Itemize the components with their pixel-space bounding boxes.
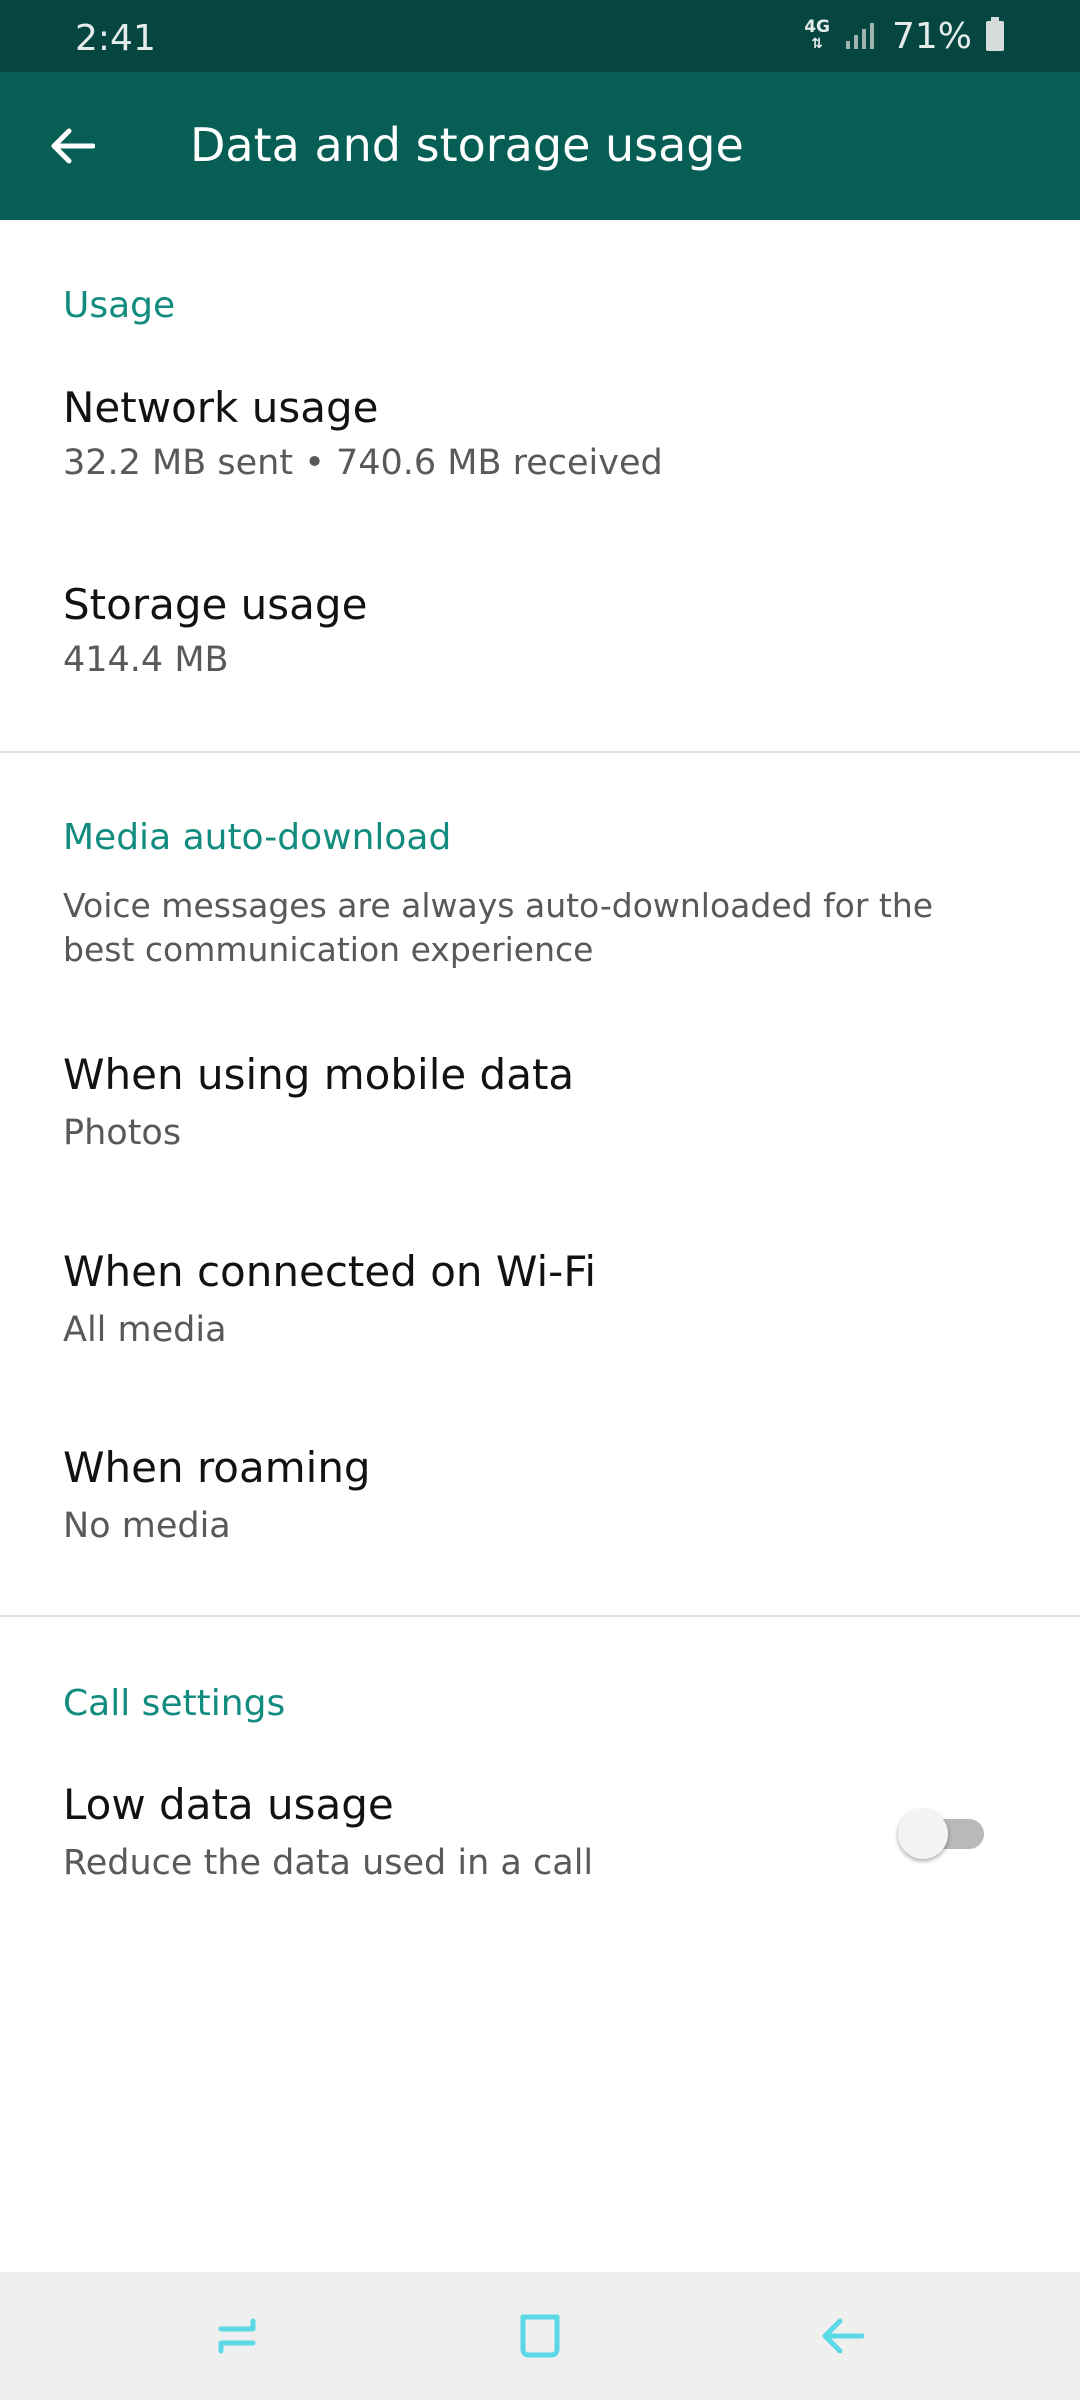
network-usage-row[interactable]: Network usage 32.2 MB sent • 740.6 MB re… (0, 365, 1080, 505)
roaming-row[interactable]: When roaming No media (0, 1428, 1080, 1578)
status-bar: 2:41 4G ⇅ 71% (0, 0, 1080, 72)
app-bar: Data and storage usage (0, 72, 1080, 220)
battery-percent: 71% (891, 15, 972, 57)
back-nav-icon (822, 2318, 865, 2354)
low-data-usage-title: Low data usage (63, 1780, 394, 1829)
section-header-call-settings: Call settings (63, 1683, 286, 1724)
wifi-title: When connected on Wi-Fi (63, 1247, 597, 1296)
battery-icon (986, 17, 1004, 51)
recent-apps-button[interactable] (208, 2306, 268, 2366)
arrow-back-icon (51, 128, 95, 164)
network-usage-title: Network usage (63, 383, 379, 432)
mobile-data-row[interactable]: When using mobile data Photos (0, 1035, 1080, 1185)
wifi-row[interactable]: When connected on Wi-Fi All media (0, 1232, 1080, 1382)
recent-apps-icon (218, 2318, 256, 2354)
section-header-usage: Usage (63, 285, 176, 326)
status-time: 2:41 (75, 18, 156, 59)
wifi-value: All media (63, 1310, 227, 1350)
back-button[interactable] (42, 116, 102, 176)
storage-usage-title: Storage usage (63, 580, 368, 629)
storage-usage-row[interactable]: Storage usage 414.4 MB (0, 565, 1080, 705)
home-button[interactable] (510, 2306, 570, 2366)
roaming-title: When roaming (63, 1443, 371, 1492)
mobile-data-value: Photos (63, 1113, 182, 1153)
back-nav-button[interactable] (813, 2306, 873, 2366)
media-auto-download-description: Voice messages are always auto-downloade… (63, 886, 934, 969)
divider (0, 1615, 1080, 1617)
low-data-usage-description: Reduce the data used in a call (63, 1843, 594, 1883)
signal-icon (845, 23, 874, 49)
storage-usage-size: 414.4 MB (63, 640, 229, 680)
home-icon (520, 2314, 560, 2358)
network-usage-summary: 32.2 MB sent • 740.6 MB received (63, 443, 663, 483)
network-type-icon: 4G ⇅ (804, 17, 830, 53)
toggle-thumb (898, 1809, 948, 1859)
status-icons: 4G ⇅ 71% (804, 14, 1004, 58)
section-header-media-auto-download: Media auto-download (63, 817, 452, 858)
low-data-usage-toggle[interactable] (898, 1805, 988, 1861)
page-title: Data and storage usage (190, 118, 744, 172)
mobile-data-title: When using mobile data (63, 1050, 575, 1099)
roaming-value: No media (63, 1506, 231, 1546)
navigation-bar (0, 2272, 1080, 2400)
divider (0, 751, 1080, 753)
